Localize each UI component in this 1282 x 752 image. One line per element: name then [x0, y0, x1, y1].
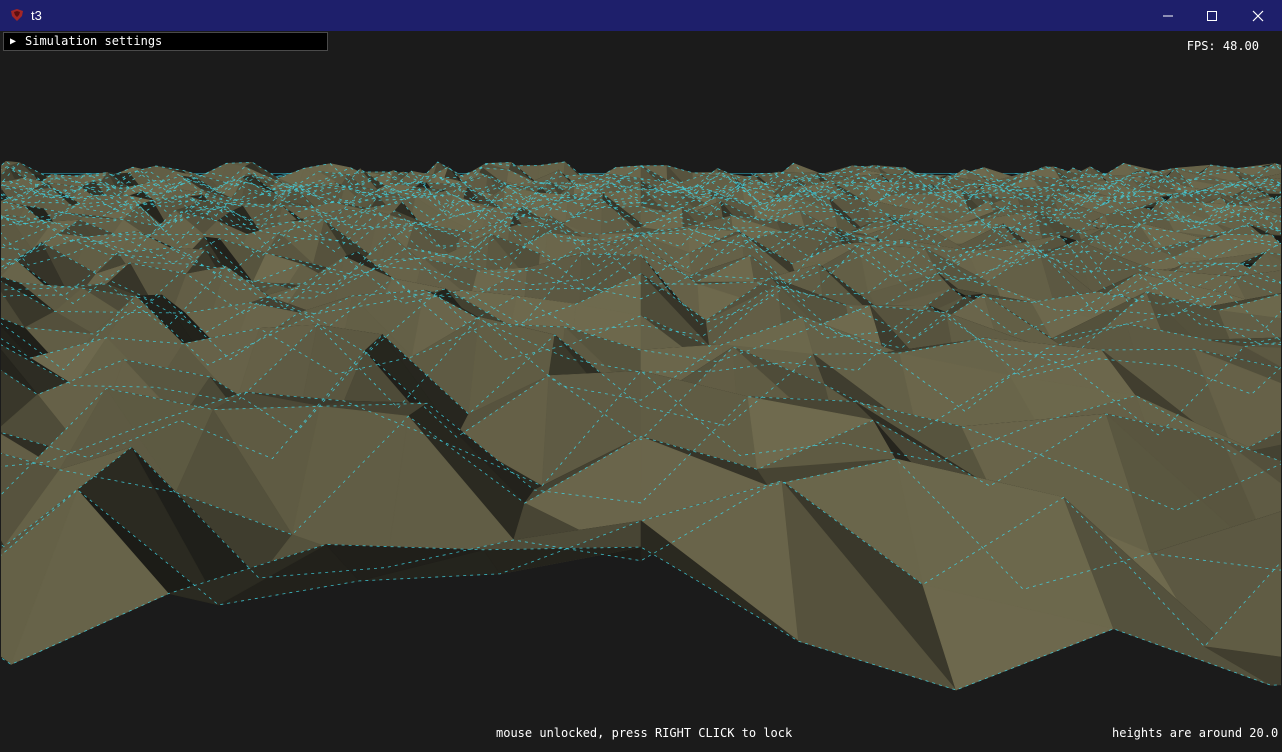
- terrain-scene[interactable]: [1, 31, 1281, 751]
- window-title: t3: [31, 8, 42, 23]
- terrain-mesh: [1, 160, 1281, 691]
- title-bar[interactable]: t3: [0, 0, 1282, 31]
- render-viewport[interactable]: ▶ Simulation settings FPS: 48.00 mouse u…: [1, 31, 1281, 751]
- close-button[interactable]: [1235, 0, 1281, 31]
- close-icon: [1252, 10, 1264, 21]
- minimize-button[interactable]: [1145, 0, 1191, 31]
- maximize-icon: [1207, 10, 1217, 21]
- minimize-icon: [1163, 15, 1173, 16]
- app-icon: [9, 7, 25, 23]
- maximize-button[interactable]: [1189, 0, 1235, 31]
